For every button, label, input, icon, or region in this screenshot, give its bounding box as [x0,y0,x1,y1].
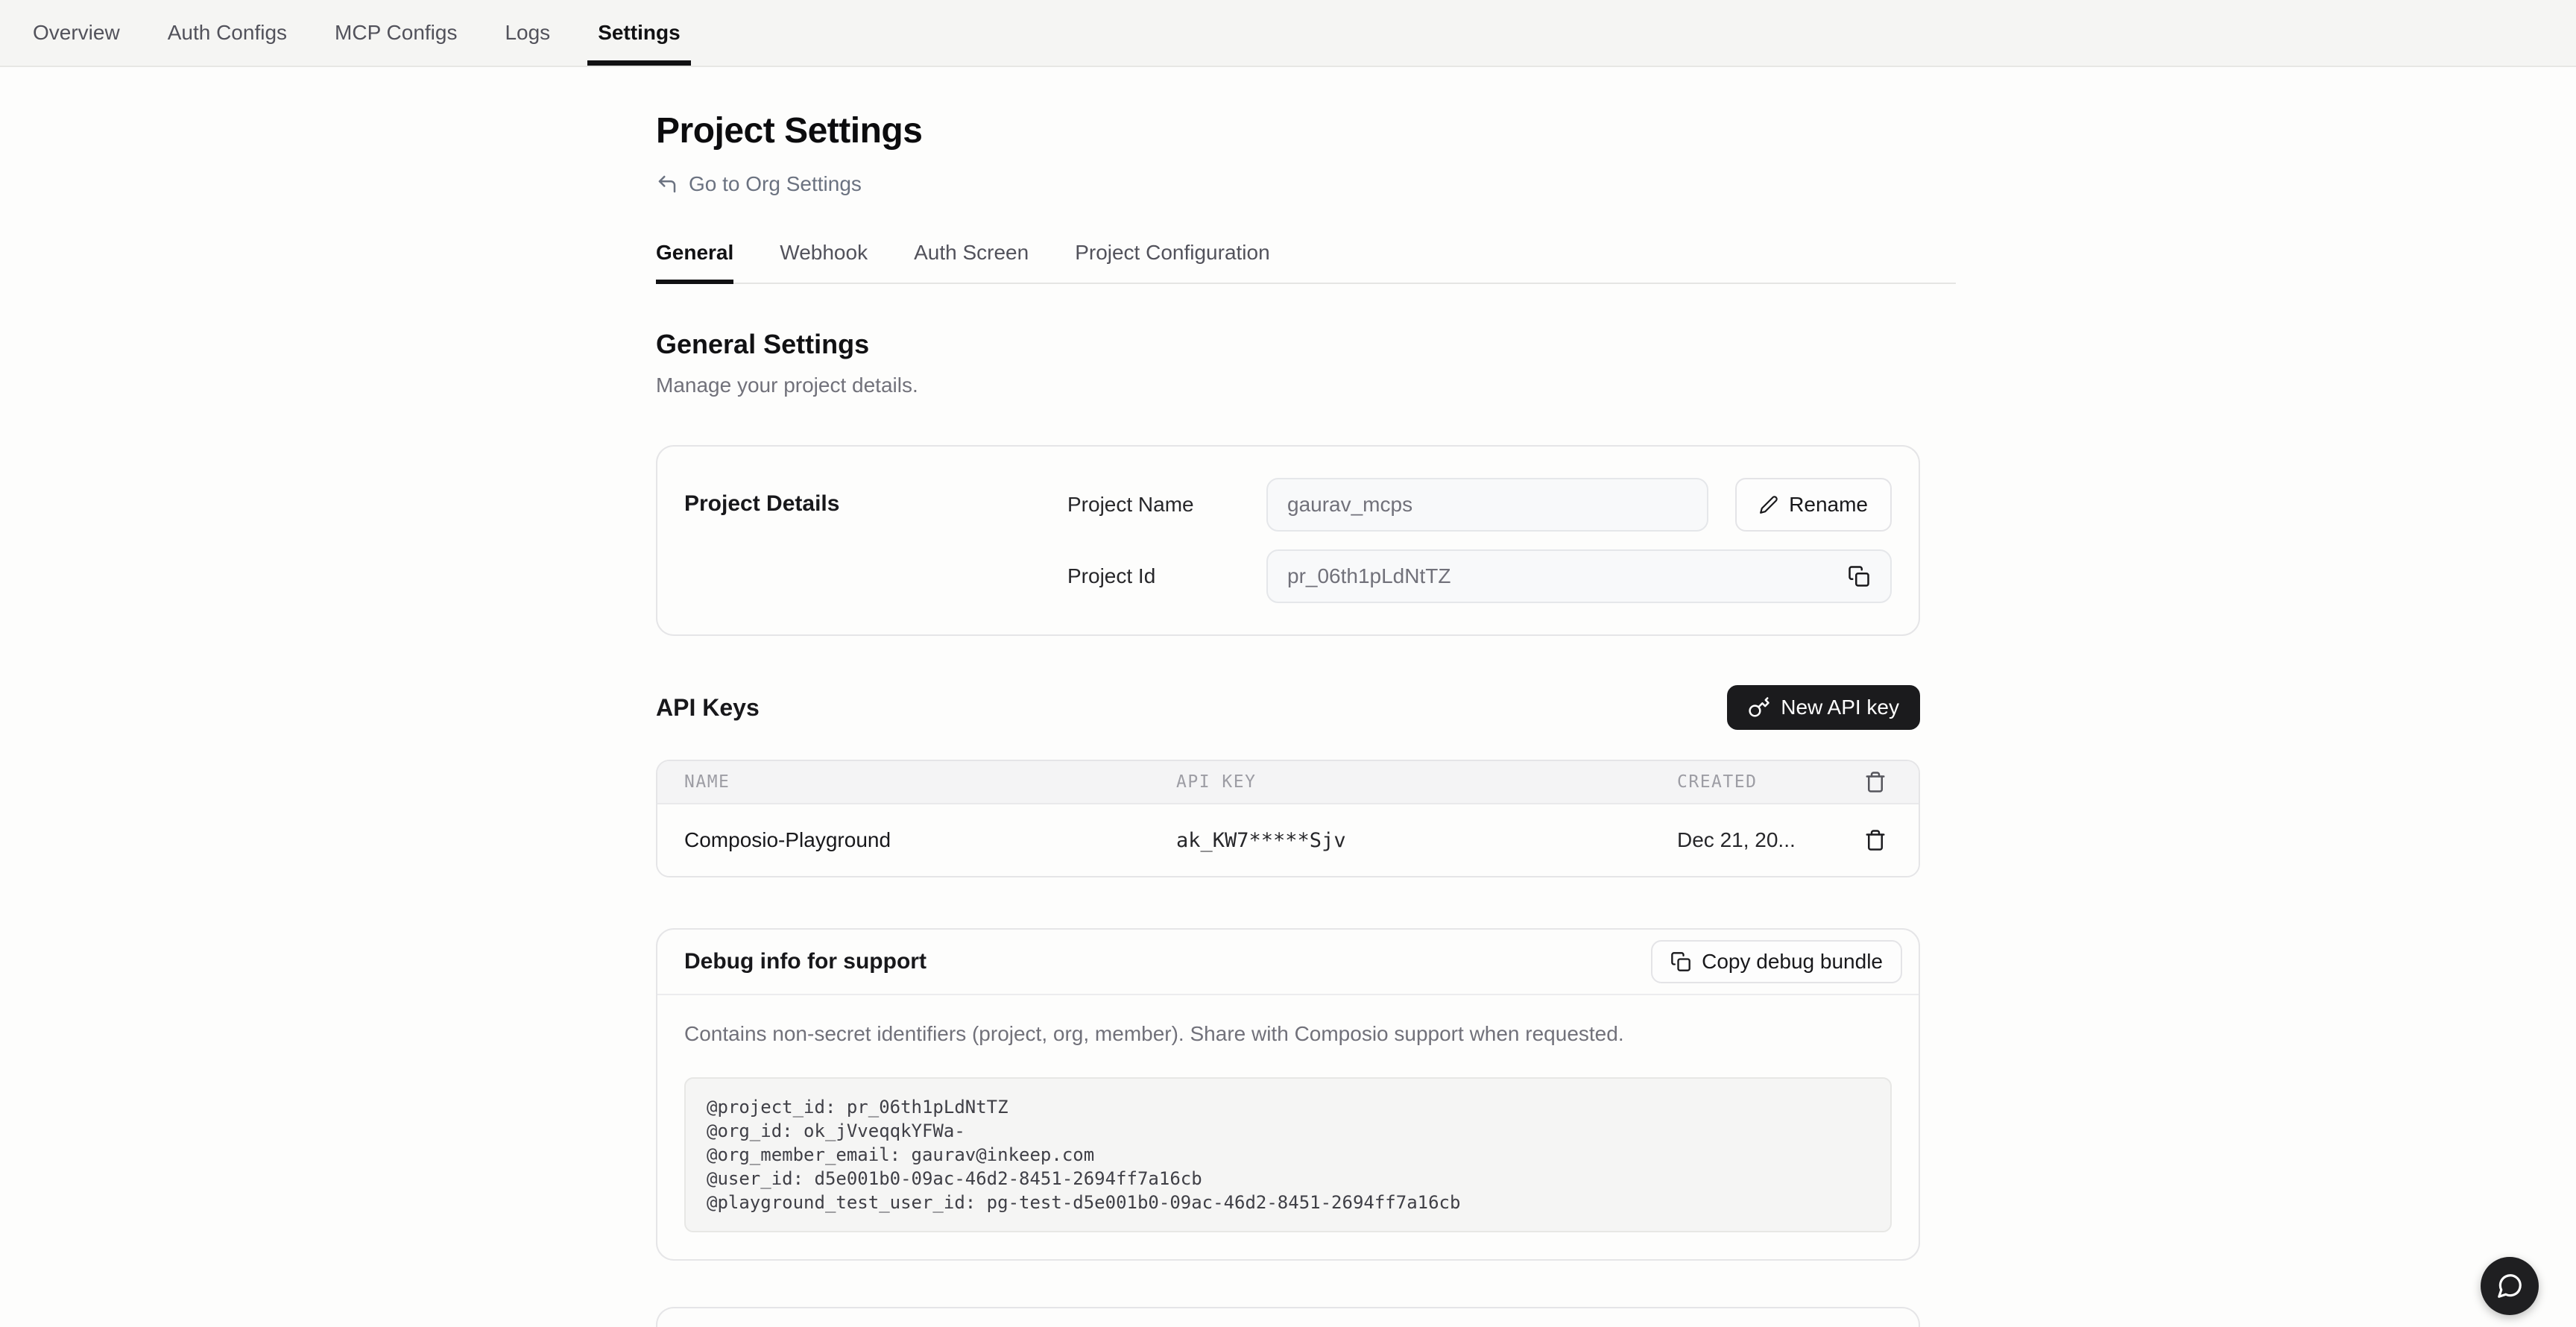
new-api-key-label: New API key [1781,696,1899,719]
trash-icon [1864,771,1887,793]
next-section-card-partial [656,1307,1920,1327]
debug-info-card: Debug info for support Copy debug bundle… [656,928,1920,1261]
column-header-name: NAME [684,772,1176,792]
copy-debug-bundle-button[interactable]: Copy debug bundle [1651,940,1902,983]
project-id-row: Project Id pr_06th1pLdNtTZ [1067,549,1892,603]
code-line: @org_member_email: gaurav@inkeep.com [707,1143,1869,1167]
api-keys-table-header: NAME API KEY CREATED [657,761,1919,804]
debug-code-block: @project_id: pr_06th1pLdNtTZ@org_id: ok_… [684,1077,1892,1232]
delete-all-keys-button[interactable] [1859,766,1892,798]
column-header-api-key: API KEY [1176,772,1677,792]
api-key-table-row: Composio-Playground ak_KW7*****Sjv Dec 2… [657,804,1919,876]
support-chat-button[interactable] [2481,1257,2539,1315]
project-id-label: Project Id [1067,564,1266,588]
project-name-value: gaurav_mcps [1287,493,1412,517]
tab-project-configuration[interactable]: Project Configuration [1075,241,1269,283]
nav-item-auth-configs[interactable]: Auth Configs [168,0,287,66]
project-id-input[interactable]: pr_06th1pLdNtTZ [1266,549,1892,603]
page-title: Project Settings [656,110,1920,151]
code-line: @project_id: pr_06th1pLdNtTZ [707,1095,1869,1119]
copy-project-id-button[interactable] [1844,561,1874,591]
project-details-form: Project Name gaurav_mcps Rename Project … [1067,478,1892,603]
nav-item-logs[interactable]: Logs [505,0,550,66]
delete-key-button[interactable] [1859,824,1892,857]
project-name-input[interactable]: gaurav_mcps [1266,478,1708,532]
settings-page: Project Settings Go to Org Settings Gene… [656,67,1920,1327]
copy-debug-bundle-label: Copy debug bundle [1702,950,1883,974]
go-to-org-settings-link[interactable]: Go to Org Settings [656,172,862,196]
chat-bubble-icon [2496,1272,2524,1300]
api-key-name: Composio-Playground [684,828,1176,852]
code-line: @user_id: d5e001b0-09ac-46d2-8451-2694ff… [707,1167,1869,1191]
api-keys-table: NAME API KEY CREATED Composio-Playground… [656,760,1920,877]
trash-icon [1864,829,1887,851]
api-key-created: Dec 21, 20... [1677,828,1844,852]
settings-tabs: General Webhook Auth Screen Project Conf… [656,241,1956,284]
code-line: @org_id: ok_jVveqqkYFWa- [707,1119,1869,1143]
copy-icon [1848,565,1870,587]
code-line: @playground_test_user_id: pg-test-d5e001… [707,1191,1869,1214]
debug-card-header: Debug info for support Copy debug bundle [657,930,1919,995]
tab-general[interactable]: General [656,241,733,283]
project-id-value: pr_06th1pLdNtTZ [1287,564,1450,588]
debug-card-body: Contains non-secret identifiers (project… [657,995,1919,1259]
project-name-row: Project Name gaurav_mcps Rename [1067,478,1892,532]
api-key-value: ak_KW7*****Sjv [1176,829,1677,852]
project-details-title: Project Details [684,478,1067,603]
debug-description: Contains non-secret identifiers (project… [684,1022,1892,1046]
project-details-card: Project Details Project Name gaurav_mcps… [656,445,1920,636]
nav-item-mcp-configs[interactable]: MCP Configs [335,0,457,66]
pencil-icon [1759,495,1778,514]
key-icon [1748,696,1770,719]
general-settings-heading: General Settings [656,329,1920,360]
new-api-key-button[interactable]: New API key [1727,685,1920,730]
general-settings-subheading: Manage your project details. [656,373,1920,397]
nav-item-settings[interactable]: Settings [598,0,680,66]
rename-button[interactable]: Rename [1735,478,1892,532]
column-header-created: CREATED [1677,772,1844,792]
api-keys-header: API Keys New API key [656,685,1920,730]
tab-auth-screen[interactable]: Auth Screen [914,241,1029,283]
nav-item-overview[interactable]: Overview [33,0,120,66]
tab-webhook[interactable]: Webhook [780,241,868,283]
api-keys-heading: API Keys [656,694,760,722]
top-navigation: Overview Auth Configs MCP Configs Logs S… [0,0,2576,67]
go-to-org-settings-label: Go to Org Settings [689,172,862,196]
copy-icon [1670,951,1691,972]
debug-card-title: Debug info for support [684,949,926,974]
project-name-label: Project Name [1067,493,1266,517]
corner-up-left-icon [656,173,678,195]
rename-button-label: Rename [1789,493,1868,517]
